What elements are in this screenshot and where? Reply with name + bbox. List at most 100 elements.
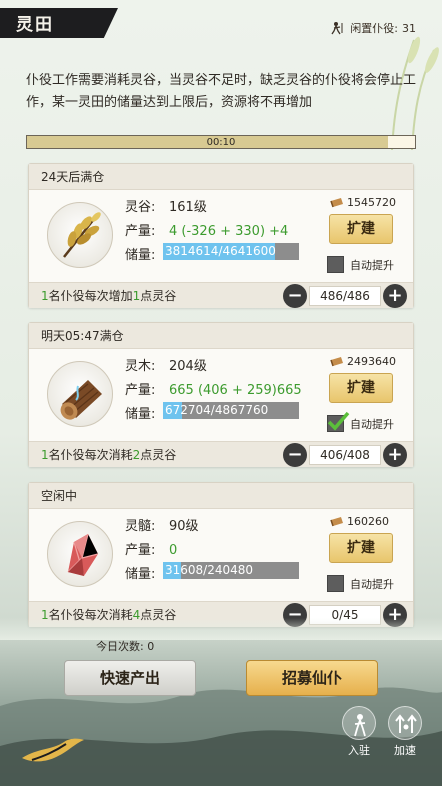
production-value: 0	[169, 543, 178, 558]
scroll-icon	[330, 516, 343, 526]
idle-label: 闲置仆役:	[350, 22, 398, 35]
upgrade-cost: 2493640	[329, 355, 396, 368]
servant-info-unit: 点灵谷	[140, 448, 177, 462]
field-card-grain: 24天后满仓 灵谷: 161级 产量: 4 (-326 + 330) +4 储量: …	[28, 163, 414, 308]
servant-info-unit: 点灵谷	[140, 289, 177, 303]
field-card-wood: 明天05:47满仓 灵木: 204级 产量: 665 (406 + 259)665 …	[28, 322, 414, 467]
production-row: 产量: 665 (406 + 259)665	[125, 379, 302, 398]
level-row: 灵髓: 90级	[125, 515, 199, 534]
servant-unit-count: 1	[41, 448, 49, 462]
auto-upgrade-label: 自动提升	[350, 258, 394, 272]
quick-produce-button[interactable]: 快速产出	[64, 660, 196, 696]
checkmark-icon	[327, 411, 350, 431]
auto-upgrade-toggle[interactable]: 自动提升	[327, 575, 394, 592]
cost-value: 2493640	[347, 355, 396, 368]
cost-value: 1545720	[347, 196, 396, 209]
servant-icon	[331, 22, 343, 35]
upgrade-cost: 1545720	[329, 196, 396, 209]
stepper-value: 406/408	[309, 445, 381, 465]
list-fade	[0, 618, 442, 640]
name-label: 灵髓:	[125, 519, 156, 534]
level-value: 90级	[169, 519, 199, 534]
stepper-value: 486/486	[309, 286, 381, 306]
auto-upgrade-checkbox[interactable]	[327, 411, 350, 432]
servant-info: 1名仆役每次消耗2点灵谷	[41, 442, 176, 468]
card-status: 24天后满仓	[29, 164, 413, 190]
storage-text: 31608/240480	[165, 563, 254, 577]
servant-info-text: 名仆役每次消耗	[48, 448, 133, 462]
speed-up-label: 加速	[394, 744, 416, 757]
servant-stepper: − 406/408 +	[283, 443, 407, 467]
speed-up-icon	[388, 706, 422, 740]
card-status: 空闲中	[29, 483, 413, 509]
scroll-icon	[330, 197, 343, 207]
expand-button[interactable]: 扩建	[329, 533, 393, 563]
minus-button[interactable]: −	[283, 443, 307, 467]
production-row: 产量: 0	[125, 539, 177, 558]
top-bar: 灵田 闲置仆役: 31	[0, 0, 442, 40]
production-row: 产量: 4 (-326 + 330) +4	[125, 220, 288, 239]
servant-unit-count: 1	[41, 289, 49, 303]
auto-upgrade-checkbox[interactable]	[327, 256, 344, 273]
station-label: 入驻	[348, 744, 370, 757]
storage-text: 672704/4867760	[165, 403, 269, 417]
servant-row: 1名仆役每次消耗2点灵谷 − 406/408 +	[29, 441, 413, 467]
station-button[interactable]: 入驻	[340, 706, 378, 758]
idle-count: 31	[402, 21, 416, 35]
daily-count-label: 今日次数:	[96, 640, 144, 653]
storage-label: 储量:	[125, 407, 156, 422]
name-label: 灵木:	[125, 359, 156, 374]
production-label: 产量:	[125, 383, 156, 398]
production-value: 4 (-326 + 330) +4	[169, 224, 289, 239]
servant-info-text: 名仆役每次增加	[48, 289, 133, 303]
auto-upgrade-toggle[interactable]: 自动提升	[327, 256, 394, 273]
auto-upgrade-toggle[interactable]: 自动提升	[327, 411, 394, 432]
upgrade-cost: 160260	[329, 515, 389, 528]
production-label: 产量:	[125, 543, 156, 558]
wood-log-icon	[60, 380, 102, 420]
auto-upgrade-label: 自动提升	[350, 577, 394, 591]
production-value: 665 (406 + 259)	[169, 383, 277, 398]
speed-up-button[interactable]: 加速	[386, 706, 424, 758]
storage-bar: 3814614/4641600	[163, 243, 299, 260]
servant-info: 1名仆役每次增加1点灵谷	[41, 283, 176, 309]
storage-label: 储量:	[125, 567, 156, 582]
description-text: 仆役工作需要消耗灵谷，当灵谷不足时，缺乏灵谷的仆役将会停止工作，某一灵田的储量达…	[26, 73, 417, 110]
level-row: 灵木: 204级	[125, 355, 207, 374]
level-value: 204级	[169, 359, 207, 374]
scroll-icon	[330, 356, 343, 366]
servant-row: 1名仆役每次增加1点灵谷 − 486/486 +	[29, 282, 413, 308]
storage-label: 储量:	[125, 248, 156, 263]
minus-button[interactable]: −	[283, 284, 307, 308]
idle-servants: 闲置仆役: 31	[330, 20, 416, 36]
level-row: 灵谷: 161级	[125, 196, 207, 215]
storage-bar: 672704/4867760	[163, 402, 299, 419]
production-extra: 665	[276, 383, 302, 398]
production-timer: 00:10	[26, 135, 416, 149]
auto-upgrade-checkbox[interactable]	[327, 575, 344, 592]
expand-button[interactable]: 扩建	[329, 373, 393, 403]
expand-button[interactable]: 扩建	[329, 214, 393, 244]
servant-stepper: − 486/486 +	[283, 284, 407, 308]
card-icon-frame	[47, 202, 113, 268]
name-label: 灵谷:	[125, 200, 156, 215]
production-label: 产量:	[125, 224, 156, 239]
station-icon	[342, 706, 376, 740]
plus-button[interactable]: +	[383, 284, 407, 308]
level-value: 161级	[169, 200, 207, 215]
recruit-button[interactable]: 招募仙仆	[246, 660, 378, 696]
card-icon-frame	[47, 521, 113, 587]
storage-bar: 31608/240480	[163, 562, 299, 579]
grain-icon	[63, 212, 101, 258]
crystal-icon	[67, 533, 99, 577]
auto-upgrade-label: 自动提升	[350, 417, 394, 431]
card-status: 明天05:47满仓	[29, 323, 413, 349]
card-icon-frame	[47, 361, 113, 427]
page-title: 灵田	[16, 15, 54, 35]
crane-decoration-icon	[22, 738, 84, 762]
cost-value: 160260	[347, 515, 389, 528]
field-card-marrow: 空闲中 灵髓: 90级 产量: 0 储量: 31608/240480 160260 …	[28, 482, 414, 627]
plus-button[interactable]: +	[383, 443, 407, 467]
daily-count: 今日次数: 0	[96, 638, 154, 654]
timer-text: 00:10	[206, 137, 236, 148]
